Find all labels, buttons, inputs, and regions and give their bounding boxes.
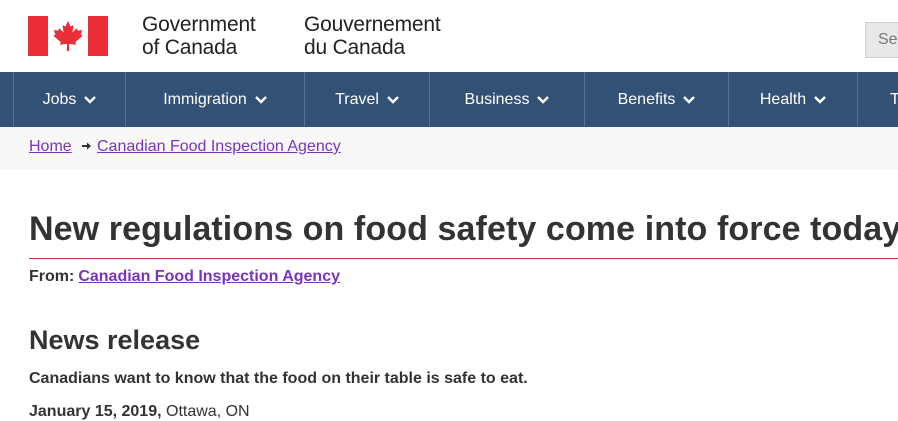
signature-english[interactable]: Government of Canada (142, 13, 256, 59)
menu-item-label: Immigration (163, 90, 247, 108)
section-heading: News release (29, 325, 201, 355)
menu-item-label: Jobs (42, 90, 77, 108)
main-menu: Jobs Immigration Travel Business Benefit… (0, 72, 898, 127)
menu-item-label: T (890, 90, 898, 108)
canada-flag-icon[interactable] (28, 16, 108, 56)
signature-french[interactable]: Gouvernement du Canada (304, 13, 441, 59)
site-header: Government of Canada Gouvernement du Can… (0, 0, 898, 72)
breadcrumb-cfia-link[interactable]: Canadian Food Inspection Agency (97, 138, 341, 156)
search-input[interactable]: Se (865, 22, 898, 58)
chevron-down-icon (84, 95, 97, 104)
menu-edge (0, 72, 14, 127)
page-title: New regulations on food safety come into… (29, 210, 898, 248)
chevron-down-icon (387, 95, 399, 104)
from-agency-link[interactable]: Canadian Food Inspection Agency (78, 268, 340, 285)
chevron-down-icon (254, 95, 267, 104)
menu-item-immigration[interactable]: Immigration (126, 72, 305, 127)
signature-fr-line1: Gouvernement (304, 13, 441, 36)
chevron-down-icon (683, 95, 696, 104)
signature-en-line2: of Canada (142, 36, 238, 59)
menu-item-taxes[interactable]: T (858, 72, 898, 127)
menu-item-jobs[interactable]: Jobs (14, 72, 126, 127)
menu-item-label: Benefits (617, 90, 676, 108)
menu-item-health[interactable]: Health (729, 72, 858, 127)
release-location: Ottawa, ON (166, 403, 250, 420)
menu-item-benefits[interactable]: Benefits (585, 72, 729, 127)
menu-item-label: Business (464, 90, 530, 108)
signature-en-line1: Government (142, 13, 256, 36)
lead-paragraph: Canadians want to know that the food on … (29, 370, 528, 387)
arrow-right-icon (82, 142, 91, 150)
release-date: January 15, 2019, (29, 403, 162, 420)
chevron-down-icon (814, 95, 826, 104)
menu-item-label: Health (759, 90, 807, 108)
menu-item-business[interactable]: Business (430, 72, 585, 127)
menu-item-label: Travel (335, 90, 379, 108)
menu-item-travel[interactable]: Travel (305, 72, 430, 127)
breadcrumb: Home Canadian Food Inspection Agency (0, 127, 898, 169)
dateline: January 15, 2019, Ottawa, ON (29, 403, 250, 421)
breadcrumb-home-link[interactable]: Home (29, 138, 72, 156)
from-line: From: Canadian Food Inspection Agency (29, 268, 340, 286)
from-label: From: (29, 268, 75, 285)
signature-fr-line2: du Canada (304, 36, 405, 59)
title-divider (29, 258, 898, 259)
chevron-down-icon (537, 95, 550, 104)
